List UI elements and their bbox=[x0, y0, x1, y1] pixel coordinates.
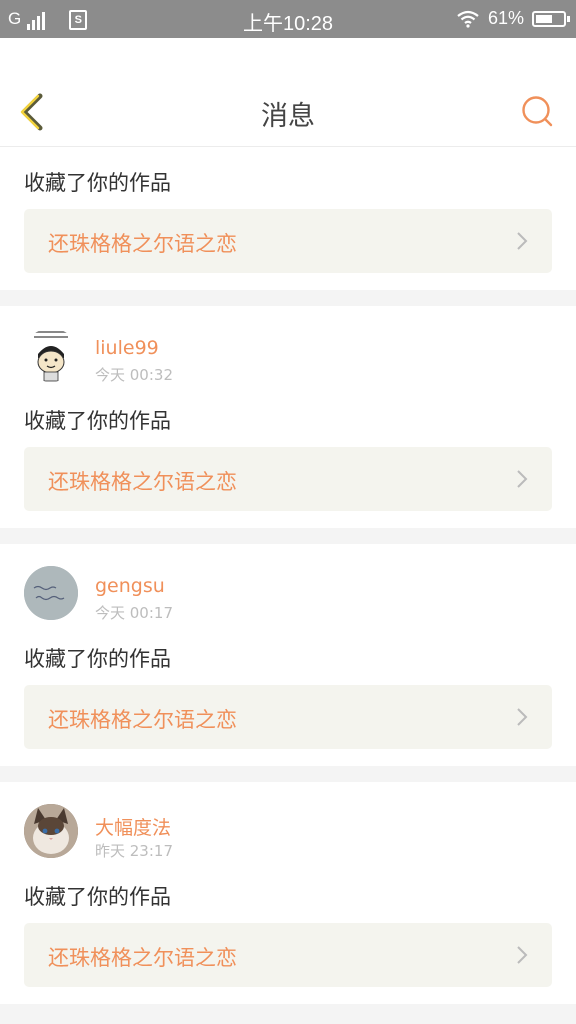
work-title: 还珠格格之尔语之恋 bbox=[48, 708, 237, 732]
message-card: 大幅度法 昨天 23:17 收藏了你的作品 还珠格格之尔语之恋 bbox=[0, 782, 576, 1004]
message-action: 收藏了你的作品 bbox=[24, 885, 171, 909]
work-link[interactable]: 还珠格格之尔语之恋 bbox=[24, 685, 552, 749]
username[interactable]: 大幅度法 bbox=[95, 813, 171, 840]
avatar[interactable] bbox=[24, 328, 78, 382]
page-title: 消息 bbox=[261, 101, 315, 132]
header: 消息 bbox=[0, 38, 576, 147]
work-link[interactable]: 还珠格格之尔语之恋 bbox=[24, 923, 552, 987]
work-link[interactable]: 还珠格格之尔语之恋 bbox=[24, 447, 552, 511]
status-right: 61% bbox=[456, 8, 570, 29]
battery-level bbox=[536, 14, 552, 23]
work-link[interactable]: 还珠格格之尔语之恋 bbox=[24, 209, 552, 273]
timestamp: 今天 00:17 bbox=[95, 604, 173, 622]
chevron-right-icon bbox=[517, 232, 528, 250]
message-card: liule99 今天 00:32 收藏了你的作品 还珠格格之尔语之恋 bbox=[0, 306, 576, 528]
username[interactable]: gengsu bbox=[95, 575, 165, 597]
message-action: 收藏了你的作品 bbox=[24, 409, 171, 433]
timestamp: 今天 00:32 bbox=[95, 366, 173, 384]
message-action: 收藏了你的作品 bbox=[24, 171, 171, 195]
wifi-icon bbox=[457, 10, 479, 28]
username[interactable]: liule99 bbox=[95, 337, 159, 359]
battery-percent: 61% bbox=[487, 8, 524, 28]
chevron-right-icon bbox=[517, 946, 528, 964]
message-action: 收藏了你的作品 bbox=[24, 647, 171, 671]
chevron-right-icon bbox=[517, 708, 528, 726]
chevron-right-icon bbox=[517, 470, 528, 488]
search-icon[interactable] bbox=[520, 94, 554, 128]
timestamp: 昨天 23:17 bbox=[95, 842, 173, 860]
message-card: gengsu 今天 00:17 收藏了你的作品 还珠格格之尔语之恋 bbox=[0, 544, 576, 766]
work-title: 还珠格格之尔语之恋 bbox=[48, 470, 237, 494]
status-bar: G S 上午10:28 61% bbox=[0, 0, 576, 38]
avatar[interactable] bbox=[24, 804, 78, 858]
avatar[interactable] bbox=[24, 566, 78, 620]
work-title: 还珠格格之尔语之恋 bbox=[48, 946, 237, 970]
message-card: 收藏了你的作品 还珠格格之尔语之恋 bbox=[0, 147, 576, 290]
battery-icon bbox=[532, 10, 570, 27]
work-title: 还珠格格之尔语之恋 bbox=[48, 232, 237, 256]
